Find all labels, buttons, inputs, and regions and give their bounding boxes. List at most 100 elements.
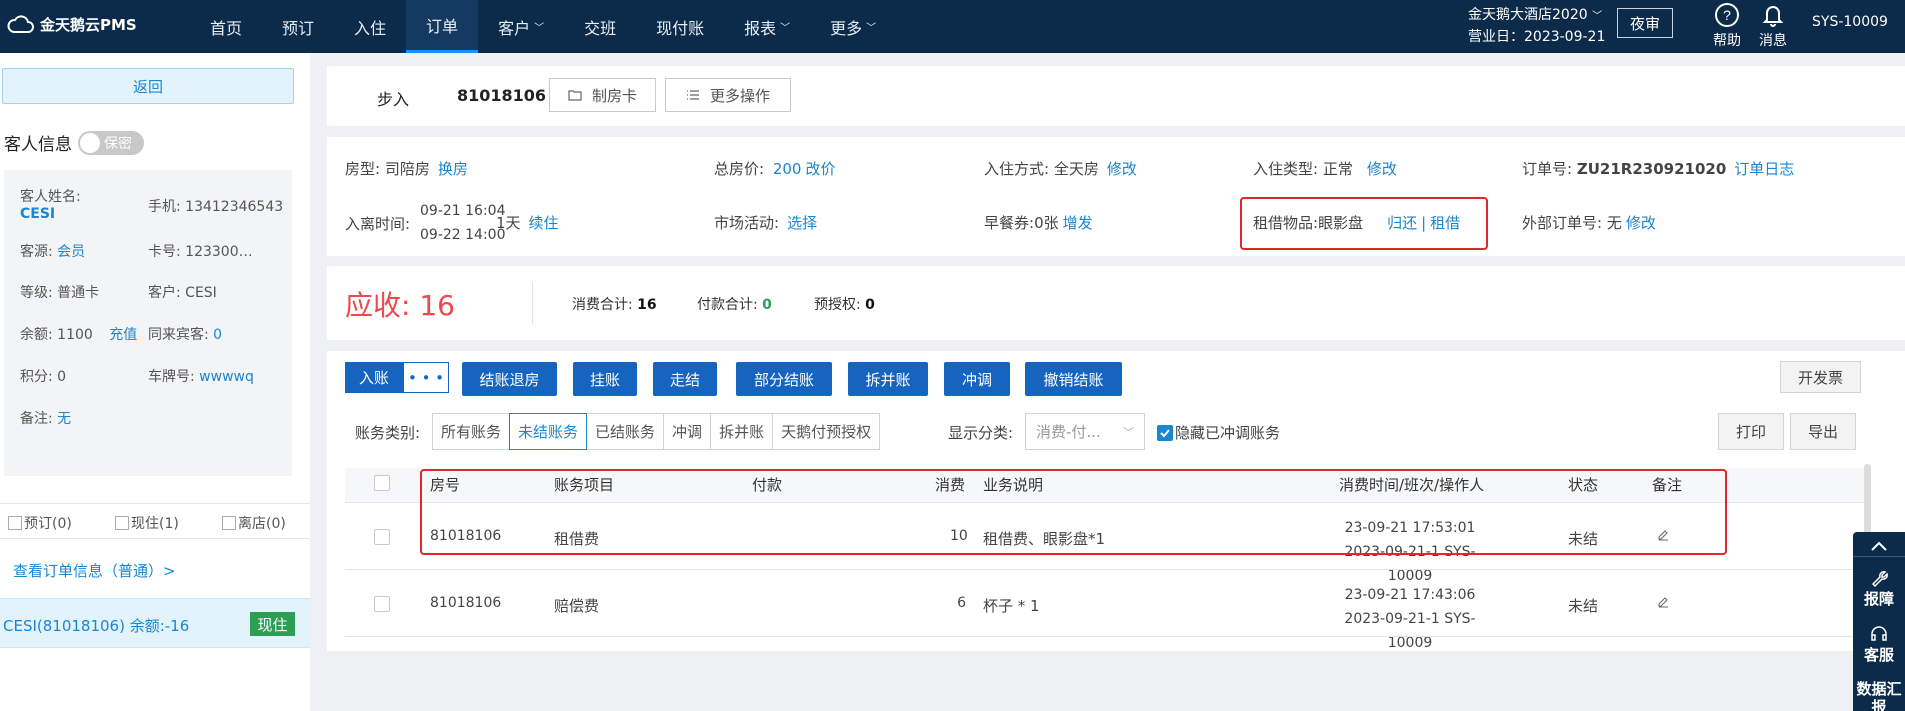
payment-label: 付款合计: — [697, 297, 758, 313]
plate-value[interactable]: wwwwq — [199, 369, 254, 385]
nav-cash-account[interactable]: 现付账 — [636, 0, 724, 53]
edit-icon[interactable] — [1656, 595, 1670, 609]
invoice-button[interactable]: 开发票 — [1780, 361, 1861, 393]
nav-customers[interactable]: 客户 ﹀ — [478, 0, 564, 53]
post-charge-button[interactable]: 入账 — [345, 362, 403, 393]
checkin-mode-value: 全天房 — [1053, 160, 1099, 178]
nav-orders[interactable]: 订单 — [406, 0, 479, 53]
recharge-link[interactable]: 充值 — [109, 327, 137, 343]
total-room-price: 总房价: 200 改价 — [714, 158, 836, 179]
data-report-button[interactable]: 数据汇报 — [1853, 680, 1905, 711]
filter-departed[interactable]: 离店(0) — [222, 513, 286, 533]
messages-button[interactable]: 消息 — [1748, 2, 1798, 50]
hide-offset-option[interactable]: 隐藏已冲调账务 — [1157, 422, 1280, 443]
breakfast-add-link[interactable]: 增发 — [1063, 214, 1093, 232]
phone-label: 手机: — [148, 199, 181, 215]
category-segmented: 所有账务 未结账务 已结账务 冲调 拆并账 天鹅付预授权 — [432, 413, 881, 450]
filter-label: 现住(1) — [131, 516, 179, 532]
checkout-button[interactable]: 结账退房 — [462, 362, 557, 396]
change-price-link[interactable]: 改价 — [805, 160, 835, 178]
order-id: 订单号: ZU21R230921020 订单日志 — [1522, 158, 1794, 179]
category-preauth[interactable]: 天鹅付预授权 — [772, 413, 881, 450]
cancel-settle-button[interactable]: 撤销结账 — [1025, 362, 1122, 396]
guest-name-label: 客人姓名: — [20, 189, 81, 205]
privacy-toggle[interactable]: 保密 — [78, 130, 144, 155]
chevron-up-icon[interactable] — [1870, 540, 1888, 552]
category-settled[interactable]: 已结账务 — [586, 413, 665, 450]
nav-label: 预订 — [282, 18, 315, 38]
nav-checkin[interactable]: 入住 — [334, 0, 406, 53]
messages-label: 消息 — [1759, 33, 1787, 49]
view-order-info-link[interactable]: 查看订单信息（普通）> — [13, 560, 176, 581]
rental-borrow-link[interactable]: 租借 — [1430, 214, 1460, 232]
folder-icon — [568, 90, 582, 101]
hotel-switcher[interactable]: 金天鹅大酒店2020 ﹀ 营业日：2023-09-21 — [1468, 5, 1605, 47]
checkbox[interactable] — [222, 516, 236, 530]
row-item: 赔偿费 — [554, 597, 600, 615]
modify-checkin-type-link[interactable]: 修改 — [1367, 160, 1397, 178]
checkbox[interactable] — [8, 516, 22, 530]
button-label: 更多操作 — [709, 86, 770, 105]
row-status: 未结 — [1568, 597, 1599, 615]
guest-card: 卡号: 123300… — [148, 241, 253, 261]
consume-total: 消费合计: 16 — [572, 294, 657, 314]
guest-balance: 余额: 1100 充值 — [20, 324, 137, 344]
filter-reserved[interactable]: 预订(0) — [8, 513, 72, 533]
row-checkbox[interactable] — [374, 596, 390, 612]
guest-name[interactable]: CESI — [20, 206, 55, 222]
row-checkbox[interactable] — [374, 529, 390, 545]
nav-more[interactable]: 更多 ﹀ — [810, 0, 896, 53]
companions-value[interactable]: 0 — [213, 327, 222, 343]
partial-settle-button[interactable]: 部分结账 — [736, 362, 832, 396]
back-button[interactable]: 返回 — [2, 68, 294, 104]
category-offset[interactable]: 冲调 — [663, 413, 712, 450]
checkbox-checked[interactable] — [1157, 424, 1173, 441]
more-actions-button[interactable]: 更多操作 — [665, 78, 791, 112]
make-card-button[interactable]: 制房卡 — [549, 78, 656, 112]
help-button[interactable]: ? 帮助 — [1702, 2, 1752, 50]
checkin-type-label: 入住类型: — [1253, 160, 1319, 178]
rental-return-link[interactable]: 归还 — [1387, 214, 1417, 232]
extend-stay-link[interactable]: 续住 — [529, 214, 559, 232]
night-audit-button[interactable]: 夜审 — [1617, 8, 1673, 38]
nav-shift[interactable]: 交班 — [564, 0, 636, 53]
select-all-checkbox[interactable] — [374, 475, 390, 491]
app-logo[interactable]: 金天鹅云PMS — [6, 14, 137, 35]
checkbox[interactable] — [115, 516, 129, 530]
user-menu[interactable]: SYS-10009 — [1812, 14, 1888, 30]
order-list-item[interactable]: CESI(81018106) 余额:-16 现住 — [0, 598, 310, 648]
remark-value[interactable]: 无 — [57, 411, 71, 427]
category-all[interactable]: 所有账务 — [432, 413, 511, 450]
offset-button[interactable]: 冲调 — [944, 362, 1010, 396]
source-value[interactable]: 会员 — [57, 244, 85, 260]
filter-in-house[interactable]: 现住(1) — [115, 513, 179, 533]
change-room-link[interactable]: 换房 — [438, 160, 468, 178]
modify-checkin-mode-link[interactable]: 修改 — [1107, 160, 1137, 178]
market-select-link[interactable]: 选择 — [787, 214, 817, 232]
points-label: 积分: — [20, 369, 53, 385]
report-issue-button[interactable]: 报障 — [1853, 568, 1905, 609]
level-label: 等级: — [20, 285, 53, 301]
guest-phone: 手机: 13412346543 — [148, 196, 283, 216]
ext-order-modify-link[interactable]: 修改 — [1626, 214, 1656, 232]
nav-home[interactable]: 首页 — [190, 0, 262, 53]
print-button[interactable]: 打印 — [1718, 413, 1784, 450]
app-name: 金天鹅云PMS — [40, 16, 137, 34]
preauth-value: 0 — [865, 297, 875, 313]
room-type-label: 房型: — [345, 160, 381, 178]
split-merge-button[interactable]: 拆并账 — [848, 362, 928, 396]
display-select[interactable]: 消费-付... ﹀ — [1025, 413, 1145, 450]
guest-info-title: 客人信息 — [4, 135, 72, 155]
left-panel: 返回 客人信息 保密 客人姓名: CESI 手机: 13412346543 客源… — [0, 53, 310, 711]
nav-reservation[interactable]: 预订 — [262, 0, 334, 53]
nav-reports[interactable]: 报表 ﹀ — [724, 0, 810, 53]
charge-account-button[interactable]: 挂账 — [573, 362, 637, 396]
order-log-link[interactable]: 订单日志 — [1734, 160, 1794, 178]
category-split[interactable]: 拆并账 — [710, 413, 774, 450]
customer-service-button[interactable]: 客服 — [1853, 624, 1905, 665]
order-id-label: 订单号: — [1522, 160, 1573, 178]
more-dots-button[interactable]: • • • — [403, 362, 449, 393]
walkout-button[interactable]: 走结 — [653, 362, 717, 396]
category-unsettled[interactable]: 未结账务 — [509, 413, 588, 450]
export-button[interactable]: 导出 — [1790, 413, 1856, 450]
